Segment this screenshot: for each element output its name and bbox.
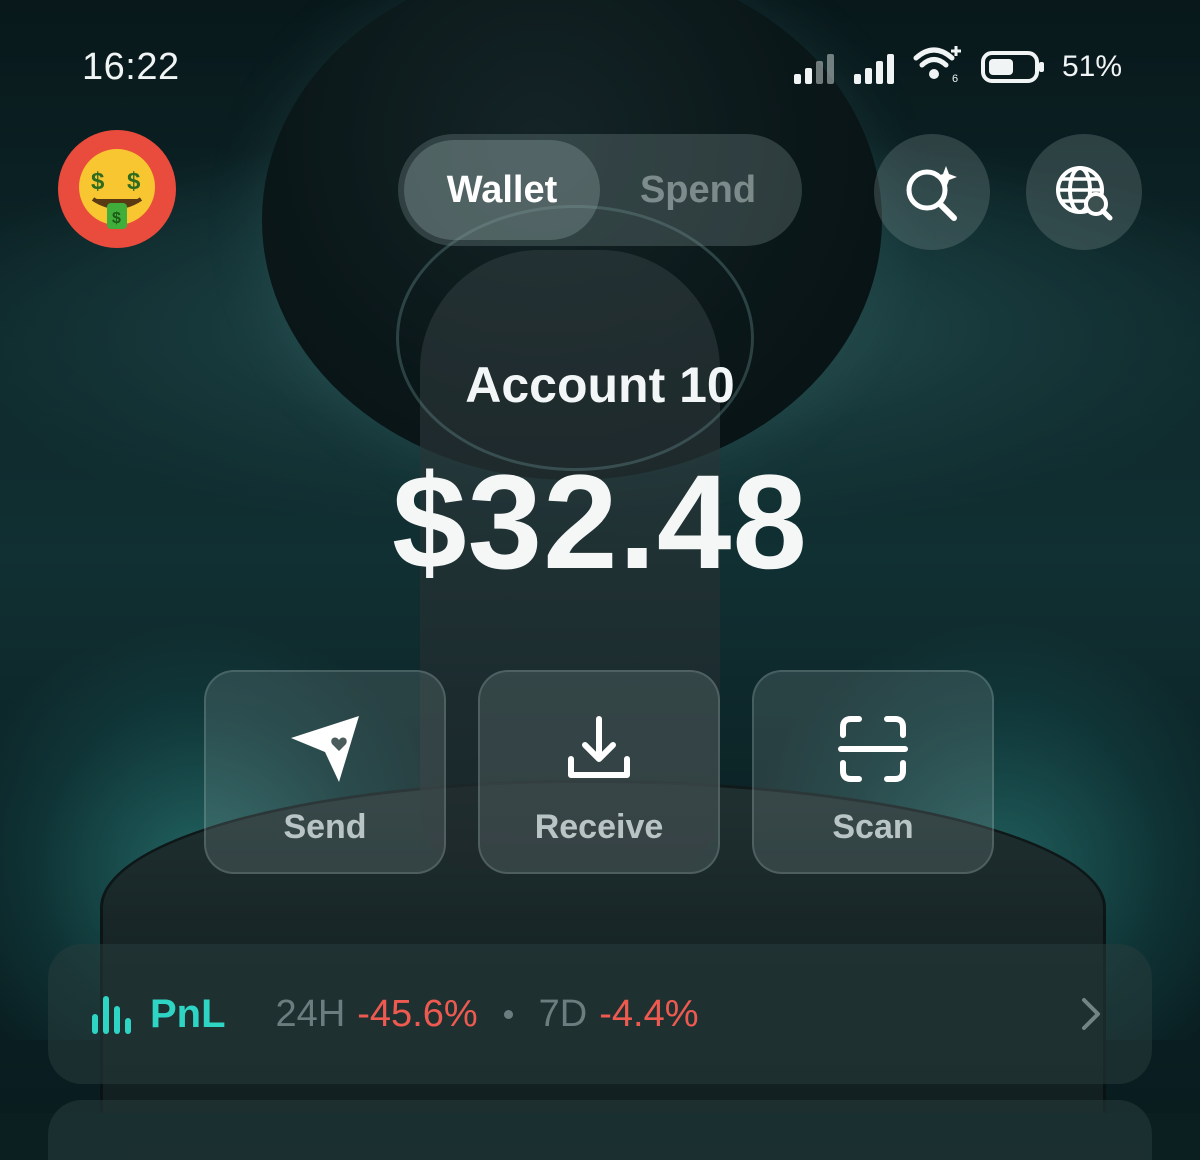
- account-name[interactable]: Account 10: [0, 356, 1200, 414]
- account-avatar[interactable]: $ $ $: [58, 130, 176, 248]
- scan-frame-icon: [838, 716, 908, 782]
- download-tray-icon: [568, 716, 630, 778]
- signal-bars-icon: [853, 54, 894, 84]
- svg-text:6: 6: [952, 73, 958, 84]
- pnl-card[interactable]: PnL 24H -45.6% 7D -4.4%: [48, 944, 1152, 1084]
- scan-label: Scan: [832, 808, 914, 846]
- scan-button[interactable]: Scan: [752, 670, 994, 874]
- status-time: 16:22: [82, 46, 180, 88]
- pnl-7d-value: -4.4%: [599, 992, 699, 1035]
- receive-label: Receive: [534, 808, 664, 846]
- battery-icon: [980, 51, 1044, 83]
- status-icons: 6 51%: [792, 44, 1122, 84]
- pnl-title: PnL: [150, 991, 226, 1036]
- send-label: Send: [283, 808, 367, 846]
- status-bar: 16:22 6 51%: [0, 0, 1200, 120]
- svg-text:$: $: [112, 210, 121, 227]
- money-mouth-face-icon: $ $ $: [79, 149, 155, 229]
- pnl-7d-label: 7D: [538, 992, 588, 1035]
- ai-search-button[interactable]: [874, 134, 990, 250]
- tab-spend[interactable]: Spend: [600, 140, 796, 240]
- pnl-24h-label: 24H: [275, 992, 346, 1035]
- send-button[interactable]: Send: [204, 670, 446, 874]
- next-card-peek: [48, 1100, 1152, 1160]
- separator-dot: [503, 1009, 513, 1019]
- dapp-browser-button[interactable]: [1026, 134, 1142, 250]
- send-heart-icon: [291, 716, 359, 782]
- svg-text:$: $: [127, 168, 141, 195]
- tab-wallet[interactable]: Wallet: [404, 140, 600, 240]
- pnl-24h-value: -45.6%: [357, 992, 478, 1035]
- globe-search-icon: [1056, 166, 1113, 221]
- chevron-right-icon: [1082, 998, 1100, 1030]
- balance-amount: $32.48: [392, 448, 808, 597]
- wifi-icon: 6: [913, 46, 961, 84]
- signal-bars-icon: [793, 54, 834, 84]
- wallet-spend-toggle: Wallet Spend: [398, 134, 802, 246]
- battery-percent: 51%: [1061, 50, 1122, 83]
- receive-button[interactable]: Receive: [478, 670, 720, 874]
- search-sparkle-icon: [906, 166, 957, 221]
- pnl-bars-icon: [92, 996, 131, 1034]
- svg-text:$: $: [91, 168, 105, 195]
